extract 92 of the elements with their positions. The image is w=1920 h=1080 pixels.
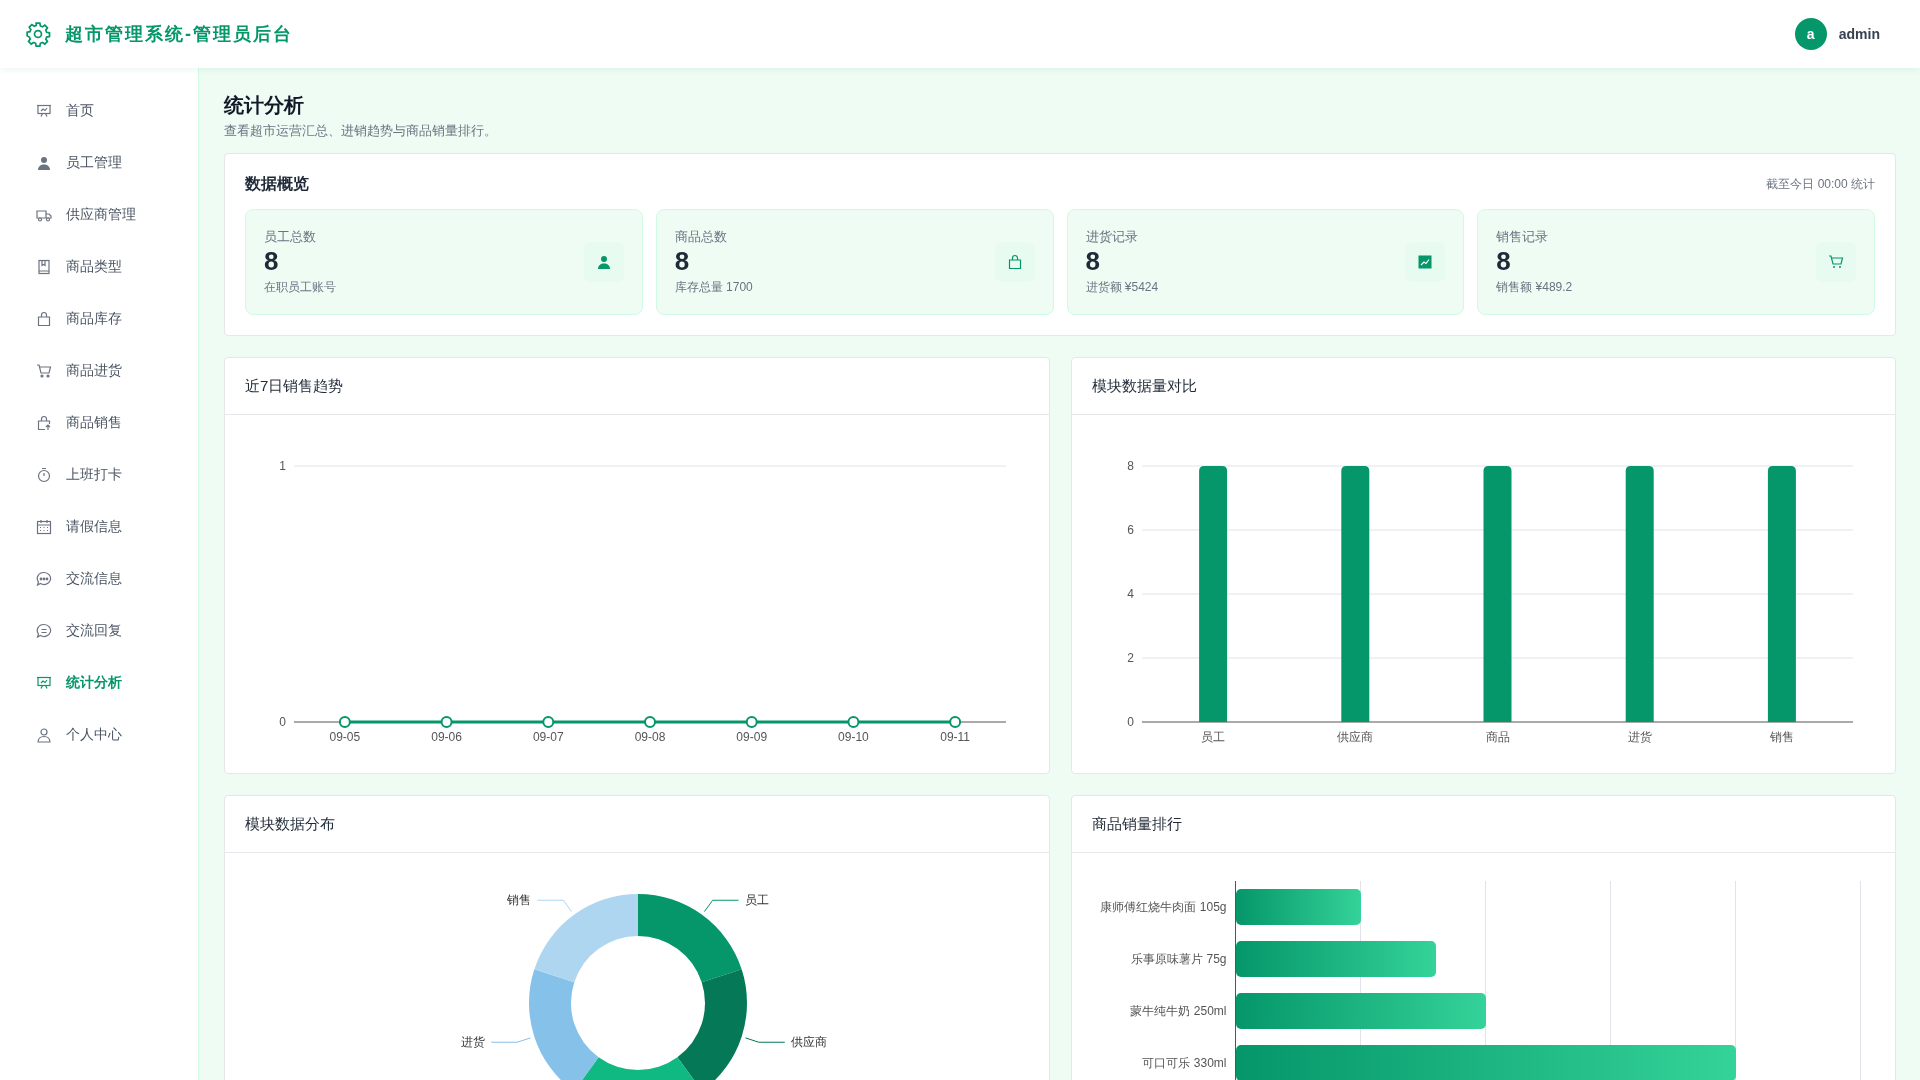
stat-value: 8 (1496, 245, 1511, 278)
card-title: 模块数据量对比 (1091, 376, 1197, 396)
data-point (745, 716, 758, 728)
user-name: admin (1838, 26, 1880, 42)
stat-value: 8 (1085, 245, 1100, 278)
card-title: 模块数据分布 (245, 814, 335, 834)
bag-icon (36, 311, 52, 327)
card-title: 商品销量排行 (1091, 814, 1182, 834)
user-icon (36, 727, 52, 743)
chart-icon (1417, 254, 1434, 270)
axis-label: 1 (279, 459, 286, 473)
stat-detail: 进货额 ¥5424 (1085, 279, 1159, 297)
axis-label: 进货 (1627, 730, 1652, 744)
stat-label: 员工总数 (264, 227, 317, 246)
settings-icon (25, 21, 51, 47)
axis-label: 0 (279, 715, 286, 729)
slice-label: 供应商 (790, 1035, 827, 1050)
bag-icon (1006, 254, 1023, 270)
presentation-icon (36, 103, 52, 119)
bag-arrow-icon (36, 415, 52, 431)
stopwatch-icon (36, 467, 52, 483)
axis-label: 员工 (1200, 730, 1225, 744)
axis-label: 供应商 (1336, 730, 1373, 744)
axis-label: 09-06 (431, 730, 462, 744)
sidebar-item[interactable]: 员工管理 (0, 137, 132, 189)
axis-label: 2 (1126, 651, 1134, 665)
user-icon (595, 254, 612, 270)
slice-label: 销售 (507, 893, 532, 908)
axis-label: 09-08 (634, 730, 666, 744)
slice-label: 员工 (744, 893, 769, 908)
sidebar-item[interactable]: 商品进货 (0, 345, 132, 397)
slice-label: 进货 (461, 1035, 486, 1050)
axis-label: 销售 (1769, 730, 1794, 744)
leader-line (703, 899, 740, 913)
data-point (644, 716, 656, 728)
book-icon (36, 259, 52, 275)
app-title: 超市管理系统-管理员后台 (65, 23, 293, 46)
leader-line (744, 1037, 786, 1043)
chat-icon (36, 571, 52, 587)
axis-label: 康师傅红烧牛肉面 105g (1100, 898, 1228, 916)
sidebar-item[interactable]: 上班打卡 (0, 449, 132, 501)
data-point (847, 716, 860, 728)
sidebar-item[interactable]: 首页 (0, 85, 104, 137)
axis-label: 蒙牛纯牛奶 250ml (1130, 1002, 1228, 1020)
sidebar-item[interactable]: 商品类型 (0, 241, 132, 293)
leader-line (536, 899, 573, 913)
data-point (949, 716, 962, 728)
axis-label: 可口可乐 330ml (1142, 1054, 1228, 1072)
stat-detail: 销售额 ¥489.2 (1496, 279, 1573, 297)
user-avatar[interactable]: a (1794, 18, 1827, 50)
axis-label: 09-05 (329, 730, 361, 744)
leader-line (490, 1037, 532, 1043)
sidebar-item[interactable]: 交流信息 (0, 553, 132, 605)
stat-value: 8 (674, 245, 690, 278)
stat-detail: 在职员工账号 (264, 279, 336, 297)
stat-label: 商品总数 (674, 227, 728, 246)
user-icon (36, 155, 52, 171)
presentation-icon (36, 675, 52, 691)
cart-icon (1828, 254, 1844, 270)
axis-label: 6 (1126, 523, 1134, 537)
axis-label: 乐事原味薯片 75g (1131, 950, 1228, 968)
sidebar-item[interactable]: 商品销售 (0, 397, 132, 449)
stat-label: 进货记录 (1085, 227, 1139, 246)
sidebar-item[interactable]: 个人中心 (0, 709, 132, 761)
sidebar-item[interactable]: 商品库存 (0, 293, 132, 345)
axis-label: 商品 (1485, 730, 1509, 744)
stat-label: 销售记录 (1496, 227, 1550, 246)
page-title: 统计分析 (224, 93, 304, 118)
axis-label: 0 (1126, 715, 1134, 729)
sidebar-item[interactable]: 请假信息 (0, 501, 132, 553)
data-point (440, 716, 453, 728)
panel-title: 数据概览 (245, 174, 309, 194)
axis-label: 09-07 (532, 730, 564, 744)
axis-label: 4 (1126, 587, 1134, 601)
cart-icon (36, 363, 52, 379)
page-subtitle: 查看超市运营汇总、进销趋势与商品销量排行。 (224, 123, 497, 140)
sidebar-item[interactable]: 供应商管理 (0, 189, 146, 241)
stats-note: 截至今日 00:00 统计 (1766, 176, 1875, 193)
stat-value: 8 (264, 245, 279, 278)
axis-label: 09-10 (838, 730, 869, 744)
chat-icon (36, 623, 52, 639)
axis-label: 8 (1126, 459, 1134, 473)
data-point (542, 716, 555, 728)
stat-detail: 库存总量 1700 (674, 279, 753, 297)
sidebar-item[interactable]: 交流回复 (0, 605, 132, 657)
truck-icon (36, 207, 52, 223)
axis-label: 09-09 (736, 730, 768, 744)
axis-label: 09-11 (940, 730, 971, 744)
calendar-icon (36, 519, 52, 535)
sidebar-item[interactable]: 统计分析 (0, 657, 132, 709)
data-point (338, 716, 351, 728)
card-title: 近7日销售趋势 (245, 376, 344, 396)
